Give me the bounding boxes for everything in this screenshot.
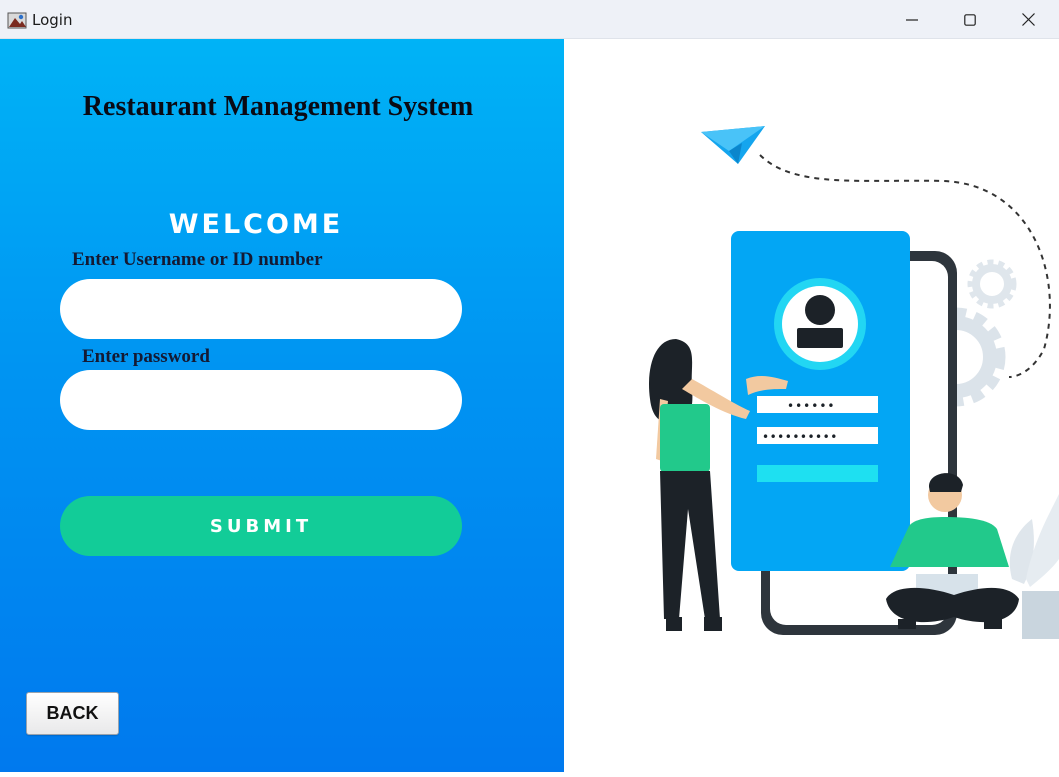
phone-mask-short: •••••• <box>787 399 835 413</box>
close-button[interactable] <box>999 0 1057 39</box>
login-panel: Restaurant Management System WELCOME Ent… <box>0 39 564 772</box>
plant-icon <box>1009 494 1059 639</box>
submit-button[interactable]: SUBMIT <box>60 496 462 556</box>
phone-button <box>757 465 878 482</box>
user-avatar-icon <box>774 278 866 370</box>
back-button[interactable]: BACK <box>26 692 119 735</box>
username-input[interactable] <box>60 279 462 339</box>
username-label: Enter Username or ID number <box>72 249 323 270</box>
welcome-heading: WELCOME <box>168 209 344 240</box>
password-label: Enter password <box>82 346 210 367</box>
password-input[interactable] <box>60 370 462 430</box>
paper-plane-icon <box>701 126 765 164</box>
app-icon <box>7 12 27 29</box>
phone-mask-long: •••••••••• <box>762 430 838 444</box>
maximize-icon <box>964 13 976 26</box>
window-titlebar: Login <box>0 0 1059 39</box>
illustration-svg: •••••• •••••••••• <box>649 126 1059 639</box>
minimize-icon <box>906 18 918 21</box>
minimize-button[interactable] <box>883 0 941 39</box>
gear-icon <box>967 259 1017 309</box>
app-title: Restaurant Management System <box>82 91 474 122</box>
window-title: Login <box>32 11 73 29</box>
close-icon <box>1021 13 1035 26</box>
maximize-button[interactable] <box>941 0 999 39</box>
login-illustration: •••••• •••••••••• <box>564 39 1059 772</box>
